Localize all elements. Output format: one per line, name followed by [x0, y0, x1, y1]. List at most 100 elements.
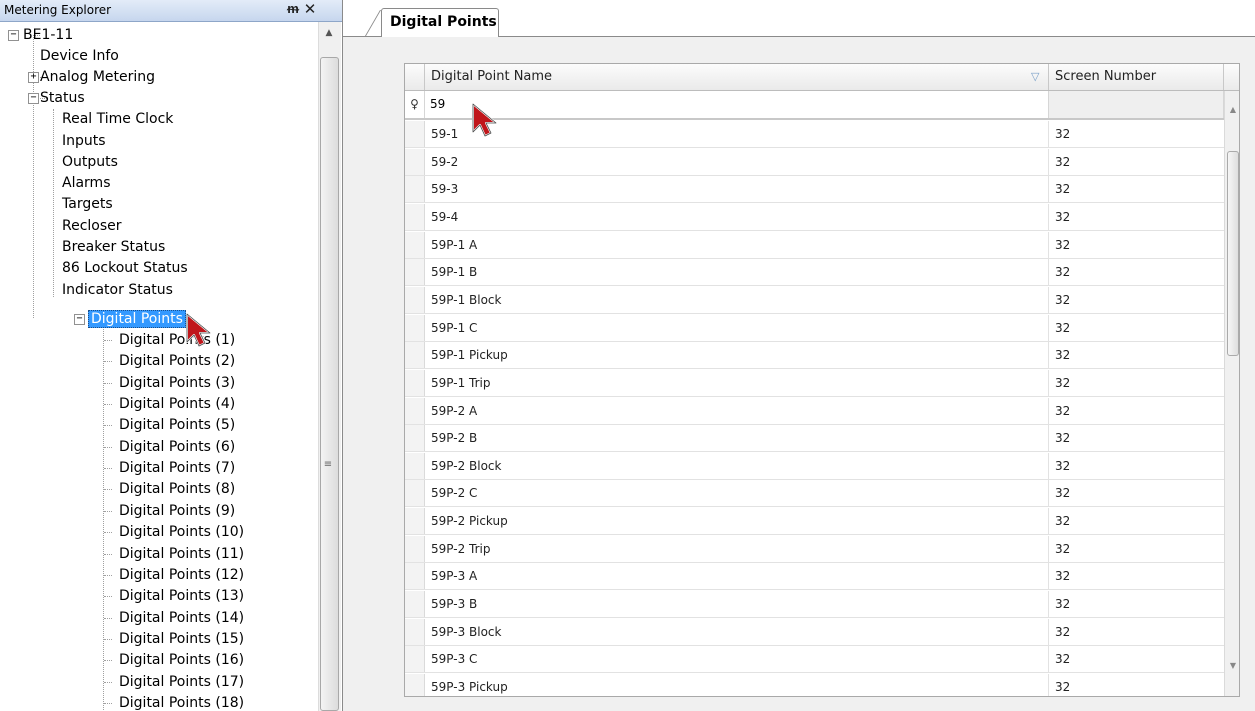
tree-item-digital-points-3[interactable]: Digital Points (3) — [117, 373, 237, 393]
cell-digital-point-name[interactable]: 59P-2 Trip — [425, 535, 1049, 562]
table-row[interactable]: 59P-2 A 32 — [405, 397, 1224, 425]
row-indicator[interactable] — [405, 535, 425, 562]
table-row[interactable]: 59P-1 C 32 — [405, 314, 1224, 342]
cell-screen-number[interactable]: 32 — [1049, 204, 1224, 230]
scrollbar-thumb[interactable] — [1227, 151, 1239, 356]
column-header-screen-number[interactable]: Screen Number — [1049, 64, 1224, 90]
row-indicator[interactable] — [405, 563, 425, 590]
cell-screen-number[interactable]: 32 — [1049, 646, 1224, 672]
cell-screen-number[interactable]: 32 — [1049, 563, 1224, 589]
cell-screen-number[interactable]: 32 — [1049, 287, 1224, 313]
filter-icon[interactable]: ▽ — [1031, 64, 1039, 90]
table-row[interactable]: 59P-1 Trip 32 — [405, 369, 1224, 397]
tree-item-digital-points-2[interactable]: Digital Points (2) — [117, 351, 237, 371]
cell-digital-point-name[interactable]: 59-2 — [425, 148, 1049, 175]
cell-digital-point-name[interactable]: 59-3 — [425, 176, 1049, 203]
cell-digital-point-name[interactable]: 59-4 — [425, 203, 1049, 230]
row-indicator[interactable] — [405, 480, 425, 507]
cell-digital-point-name[interactable]: 59P-3 Pickup — [425, 674, 1049, 696]
table-row[interactable]: 59P-2 Block 32 — [405, 452, 1224, 480]
cell-digital-point-name[interactable]: 59P-3 B — [425, 591, 1049, 618]
row-indicator[interactable] — [405, 148, 425, 175]
cell-digital-point-name[interactable]: 59P-3 A — [425, 563, 1049, 590]
row-indicator[interactable] — [405, 259, 425, 286]
tree-item-breaker-status[interactable]: Breaker Status — [60, 237, 167, 257]
tree-item-indicator-status[interactable]: Indicator Status — [60, 280, 175, 300]
row-indicator[interactable] — [405, 342, 425, 369]
pin-icon[interactable]: ᵯ — [286, 1, 300, 19]
cell-digital-point-name[interactable]: 59P-2 Block — [425, 452, 1049, 479]
cell-digital-point-name[interactable]: 59P-1 Pickup — [425, 342, 1049, 369]
cell-screen-number[interactable]: 32 — [1049, 674, 1224, 696]
tree-item-targets[interactable]: Targets — [60, 194, 115, 214]
column-header-digital-point-name[interactable]: Digital Point Name ▽ — [425, 64, 1049, 90]
tree-item-inputs[interactable]: Inputs — [60, 131, 108, 151]
cell-digital-point-name[interactable]: 59P-1 Block — [425, 286, 1049, 313]
scroll-down-icon[interactable]: ▼ — [1228, 661, 1238, 670]
cell-screen-number[interactable]: 32 — [1049, 315, 1224, 341]
scroll-up-icon[interactable]: ▲ — [1228, 105, 1238, 114]
cell-digital-point-name[interactable]: 59-1 — [425, 121, 1049, 147]
row-indicator[interactable] — [405, 176, 425, 203]
cell-screen-number[interactable]: 32 — [1049, 536, 1224, 562]
row-indicator[interactable] — [405, 646, 425, 673]
cell-screen-number[interactable]: 32 — [1049, 425, 1224, 451]
filter-cell-screen[interactable] — [1049, 91, 1224, 118]
row-indicator[interactable] — [405, 425, 425, 452]
cell-digital-point-name[interactable]: 59P-2 A — [425, 397, 1049, 424]
tree-item-recloser[interactable]: Recloser — [60, 216, 124, 236]
row-indicator[interactable] — [405, 452, 425, 479]
tree-item-digital-points-11[interactable]: Digital Points (11) — [117, 544, 246, 564]
row-indicator[interactable] — [405, 203, 425, 230]
table-row[interactable]: 59P-1 B 32 — [405, 259, 1224, 287]
tree-item-analog-metering[interactable]: + Analog Metering — [28, 67, 157, 87]
cell-screen-number[interactable]: 32 — [1049, 480, 1224, 506]
cell-screen-number[interactable]: 32 — [1049, 453, 1224, 479]
tree-item-digital-points-16[interactable]: Digital Points (16) — [117, 650, 246, 670]
collapse-icon[interactable]: − — [8, 30, 19, 41]
table-row[interactable]: 59-1 32 — [405, 121, 1224, 148]
tree-item-digital-points-10[interactable]: Digital Points (10) — [117, 522, 246, 542]
cell-screen-number[interactable]: 32 — [1049, 398, 1224, 424]
row-indicator[interactable] — [405, 591, 425, 618]
tree-item-digital-points-15[interactable]: Digital Points (15) — [117, 629, 246, 649]
table-row[interactable]: 59P-3 B 32 — [405, 591, 1224, 619]
row-indicator[interactable] — [405, 397, 425, 424]
tree-item-status[interactable]: − Status — [28, 88, 87, 108]
table-row[interactable]: 59P-1 Pickup 32 — [405, 342, 1224, 370]
cell-screen-number[interactable]: 32 — [1049, 342, 1224, 368]
tree-item-device-info[interactable]: Device Info — [36, 46, 121, 66]
table-row[interactable]: 59-2 32 — [405, 148, 1224, 176]
tree-item-digital-points-13[interactable]: Digital Points (13) — [117, 586, 246, 606]
cell-screen-number[interactable]: 32 — [1049, 176, 1224, 202]
table-row[interactable]: 59P-2 C 32 — [405, 480, 1224, 508]
table-row[interactable]: 59-3 32 — [405, 176, 1224, 204]
cell-digital-point-name[interactable]: 59P-1 A — [425, 231, 1049, 258]
cell-screen-number[interactable]: 32 — [1049, 591, 1224, 617]
tree-item-digital-points-14[interactable]: Digital Points (14) — [117, 608, 246, 628]
tree-item-alarms[interactable]: Alarms — [60, 173, 113, 193]
tree-item-digital-points-9[interactable]: Digital Points (9) — [117, 501, 237, 521]
cell-screen-number[interactable]: 32 — [1049, 508, 1224, 534]
table-row[interactable]: 59P-1 Block 32 — [405, 286, 1224, 314]
tree-item-digital-points-17[interactable]: Digital Points (17) — [117, 672, 246, 692]
cell-digital-point-name[interactable]: 59P-3 C — [425, 646, 1049, 673]
tree-item-digital-points-18[interactable]: Digital Points (18) — [117, 693, 246, 711]
row-indicator[interactable] — [405, 121, 425, 147]
row-indicator[interactable] — [405, 674, 425, 696]
row-indicator[interactable] — [405, 508, 425, 535]
row-indicator[interactable] — [405, 369, 425, 396]
cell-digital-point-name[interactable]: 59P-3 Block — [425, 618, 1049, 645]
row-indicator[interactable] — [405, 618, 425, 645]
tree-item-digital-points[interactable]: − Digital Points — [74, 309, 186, 329]
tree-item-outputs[interactable]: Outputs — [60, 152, 120, 172]
close-icon[interactable]: ✕ — [302, 0, 318, 18]
table-row[interactable]: 59P-3 Block 32 — [405, 618, 1224, 646]
cell-screen-number[interactable]: 32 — [1049, 370, 1224, 396]
tree-item-digital-points-4[interactable]: Digital Points (4) — [117, 394, 237, 414]
table-row[interactable]: 59P-2 B 32 — [405, 425, 1224, 453]
table-row[interactable]: 59P-2 Trip 32 — [405, 535, 1224, 563]
table-row[interactable]: 59P-3 C 32 — [405, 646, 1224, 674]
cell-screen-number[interactable]: 32 — [1049, 149, 1224, 175]
table-row[interactable]: 59P-3 A 32 — [405, 563, 1224, 591]
